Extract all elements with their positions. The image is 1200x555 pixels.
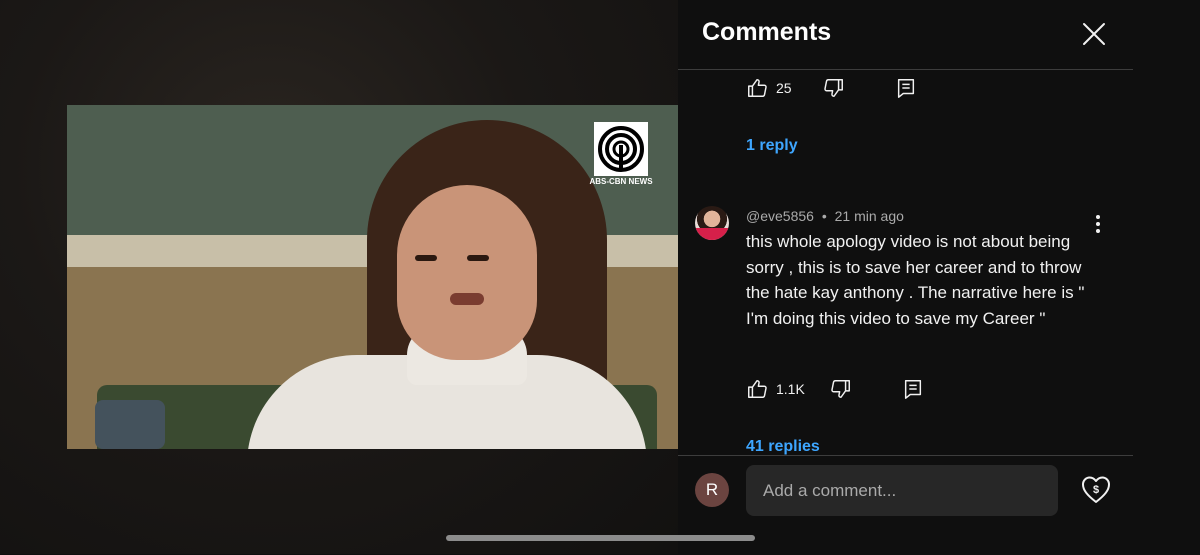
dislike-button[interactable] (823, 77, 845, 99)
comments-title: Comments (702, 18, 832, 46)
video-player-area[interactable]: ABS-CBN NEWS (0, 0, 678, 554)
commenter-avatar[interactable] (695, 206, 729, 240)
reply-icon (904, 380, 921, 399)
video-person-face (397, 185, 537, 360)
thumbs-down-icon (831, 380, 850, 398)
comment-actions: 1.1K (746, 376, 924, 402)
meta-separator: • (821, 208, 827, 224)
thumbs-down-icon (823, 79, 843, 97)
comment-author-handle[interactable]: @eve5856 (746, 208, 814, 224)
user-avatar[interactable]: R (695, 473, 729, 507)
svg-text:$: $ (1093, 484, 1099, 496)
super-thanks-button[interactable]: $ (1081, 474, 1111, 506)
avatar-shirt (695, 228, 729, 240)
comment-meta: @eve5856 • 21 min ago (746, 208, 904, 224)
like-button[interactable]: 25 (746, 77, 792, 99)
channel-logo (594, 122, 648, 176)
reply-icon (897, 79, 914, 98)
comment-body: this whole apology video is not about be… (746, 232, 1085, 328)
thumbs-up-icon (748, 380, 767, 398)
abs-cbn-logo-icon (598, 126, 644, 172)
dislike-button[interactable] (830, 378, 852, 400)
video-person-mouth (450, 293, 484, 305)
video-frame[interactable]: ABS-CBN NEWS (67, 105, 678, 449)
view-replies-link[interactable]: 41 replies (746, 438, 820, 456)
comment-timestamp: 21 min ago (834, 208, 904, 224)
video-person-eye-left (415, 255, 437, 261)
add-comment-input[interactable] (746, 465, 1058, 516)
home-indicator[interactable] (446, 535, 755, 541)
view-replies-link[interactable]: 1 reply (746, 137, 798, 155)
like-button[interactable]: 1.1K (746, 378, 805, 400)
close-button[interactable] (1080, 20, 1108, 48)
video-person-eye-right (467, 255, 489, 261)
thumbs-up-icon (748, 79, 767, 97)
close-icon (1083, 23, 1105, 45)
reply-button[interactable] (895, 77, 917, 99)
like-count: 25 (776, 80, 792, 96)
channel-logo-text: ABS-CBN NEWS (589, 177, 653, 186)
comments-panel: Comments 25 1 reply @eve5856 • 21 min ag… (678, 0, 1133, 555)
super-thanks-heart-icon: $ (1082, 476, 1110, 503)
like-count: 1.1K (776, 381, 805, 397)
previous-comment-actions: 25 (746, 75, 917, 101)
right-gutter (1133, 0, 1200, 554)
reply-button[interactable] (902, 378, 924, 400)
video-cushion (95, 400, 165, 449)
comments-header: Comments (678, 0, 1133, 70)
